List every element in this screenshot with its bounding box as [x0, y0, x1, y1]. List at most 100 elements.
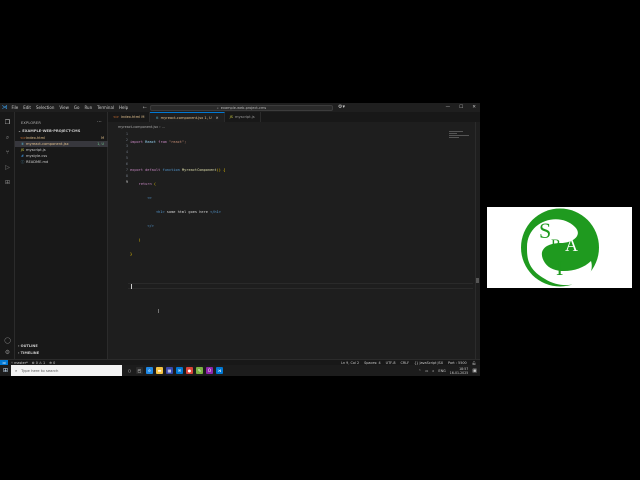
file-type-icon: <>: [20, 136, 27, 140]
run-debug-icon[interactable]: ▷: [3, 163, 12, 172]
input-language[interactable]: ENG: [438, 369, 445, 373]
store-icon[interactable]: ▦: [166, 367, 173, 374]
file-name: index.html: [26, 136, 46, 140]
file-explorer-icon[interactable]: ▬: [156, 367, 163, 374]
minimap[interactable]: [449, 131, 473, 143]
manage-gear-icon[interactable]: ⚙: [3, 348, 12, 357]
title-bar: ⋊ File Edit Selection View Go Run Termin…: [0, 103, 480, 112]
tab-label: index.html M: [121, 115, 145, 119]
close-tab-icon[interactable]: ✕: [216, 116, 219, 120]
menu-terminal[interactable]: Terminal: [95, 103, 117, 112]
account-icon[interactable]: ◯: [3, 336, 12, 345]
html-file-icon: <>: [113, 115, 120, 119]
tab-index-html[interactable]: <> index.html M: [108, 112, 151, 122]
explorer-icon[interactable]: ❐: [3, 118, 12, 127]
file-item[interactable]: ⓘ README.md: [15, 159, 108, 165]
window-controls: — ☐ ✕: [446, 103, 476, 112]
menu-selection[interactable]: Selection: [33, 103, 56, 112]
file-name: mystyle.css: [26, 154, 48, 158]
explorer-title: EXPLORER: [21, 121, 41, 125]
file-name: README.md: [26, 160, 49, 164]
mail-icon[interactable]: ✉: [176, 367, 183, 374]
back-arrow-icon[interactable]: ←: [143, 105, 147, 111]
file-name: myreact-component.jsx: [26, 142, 69, 146]
line-number: 9: [125, 180, 128, 184]
network-icon[interactable]: ▭: [425, 369, 428, 373]
chevron-down-icon: ⌄: [18, 129, 22, 133]
code-line: export default function MyreactComponent…: [130, 167, 225, 173]
menu-edit[interactable]: Edit: [21, 103, 34, 112]
minimize-icon[interactable]: —: [446, 103, 451, 112]
text-cursor: [131, 284, 132, 289]
code-line: <>: [130, 195, 225, 201]
problems-status[interactable]: ⊗ 0 ⚠ 1: [32, 361, 45, 365]
tray-chevron-icon[interactable]: ⌃: [418, 369, 421, 373]
breadcrumb[interactable]: myreact-component.jsx › ...: [118, 125, 165, 129]
command-center-search[interactable]: ⌕ example-web-project-cms: [150, 105, 333, 111]
jsx-tag: <>: [147, 196, 152, 200]
vscode-taskbar-icon[interactable]: ⋊: [216, 367, 223, 374]
edge-icon[interactable]: e: [146, 367, 153, 374]
editor-tabs: <> index.html M ⚛ myreact-component.jsx …: [108, 112, 480, 122]
jsx-text: some html goes here: [164, 210, 211, 214]
notification-center-icon[interactable]: ▣: [472, 368, 477, 374]
maximize-icon[interactable]: ☐: [459, 103, 463, 112]
srai-logo-graphic: S R A I: [521, 208, 599, 287]
file-type-icon: #: [20, 154, 24, 158]
task-view-icon[interactable]: ◰: [136, 367, 143, 374]
cortana-icon[interactable]: ○: [126, 367, 133, 374]
outline-section[interactable]: › OUTLINE: [18, 344, 38, 348]
code-line: }: [130, 251, 225, 257]
menu-go[interactable]: Go: [71, 103, 82, 112]
jsx-tag: <h1>: [155, 210, 165, 214]
extensions-icon[interactable]: ⊞: [3, 178, 12, 187]
menu-help[interactable]: Help: [117, 103, 131, 112]
menu-view[interactable]: View: [57, 103, 72, 112]
logo-letter-r: R: [551, 237, 561, 253]
volume-icon[interactable]: 🔈︎: [432, 369, 434, 373]
menu-file[interactable]: File: [9, 103, 21, 112]
search-activity-icon[interactable]: ⌕: [3, 133, 12, 142]
code-line: import React from "react";: [130, 139, 225, 145]
copilot-icon[interactable]: ⚙▾: [338, 104, 345, 110]
logo-letter-a: A: [565, 235, 578, 255]
close-icon[interactable]: ✕: [472, 103, 476, 112]
search-label: example-web-project-cms: [220, 106, 267, 110]
tab-myscript-js[interactable]: JS myscript.js: [225, 112, 261, 122]
clock[interactable]: 18:57 16-01-2025: [450, 367, 469, 375]
source-control-icon[interactable]: ⑂: [3, 148, 12, 157]
workspace-folder-label: EXAMPLE-WEB-PROJECT-CMS: [22, 129, 81, 133]
opera-icon[interactable]: O: [206, 367, 213, 374]
scrollbar-thumb[interactable]: [476, 278, 479, 283]
jsx-tag: </>: [147, 224, 154, 228]
tab-myreact-component[interactable]: ⚛ myreact-component.jsx 1, U ✕: [150, 112, 225, 122]
editor-scrollbar[interactable]: [475, 122, 480, 359]
menu-run[interactable]: Run: [82, 103, 95, 112]
chrome-icon[interactable]: ●: [186, 367, 193, 374]
more-actions-icon[interactable]: ⋯: [97, 119, 102, 125]
windows-start-icon[interactable]: ⊞: [0, 365, 11, 376]
function-name: MyreactComponent: [181, 168, 217, 172]
punctuation: () {: [216, 168, 226, 172]
ports-status[interactable]: ⊕ 0: [49, 361, 55, 365]
mouse-ibeam-cursor-icon: I: [158, 309, 160, 315]
timeline-section[interactable]: › TIMELINE: [18, 351, 39, 355]
tab-label: myreact-component.jsx 1, U: [160, 115, 212, 120]
code-editor[interactable]: import React from "react"; export defaul…: [130, 131, 225, 265]
keyword: function: [162, 168, 180, 172]
code-line: </>: [130, 223, 225, 229]
paint-icon[interactable]: ✎: [196, 367, 203, 374]
search-icon: ⌕: [216, 106, 219, 110]
workspace-folder[interactable]: ⌄ EXAMPLE-WEB-PROJECT-CMS: [18, 129, 80, 133]
code-line: return (: [130, 181, 225, 187]
branch-label: master*: [14, 360, 28, 365]
menu-bar: File Edit Selection View Go Run Terminal…: [9, 103, 131, 112]
keyword: return: [138, 182, 152, 186]
branch-status[interactable]: ⑂ master*: [11, 361, 28, 365]
punctuation: (: [153, 182, 156, 186]
line-number-gutter: 1 2 3 4 5 6 7 8 9: [108, 131, 128, 185]
clock-date: 16-01-2025: [449, 370, 469, 375]
file-type-icon: ⓘ: [20, 159, 25, 164]
system-tray: ⌃ ▭ 🔈︎ ENG 18:57 16-01-2025 ▣: [418, 365, 480, 376]
taskbar-search[interactable]: ⌕ Type here to search: [11, 365, 122, 376]
